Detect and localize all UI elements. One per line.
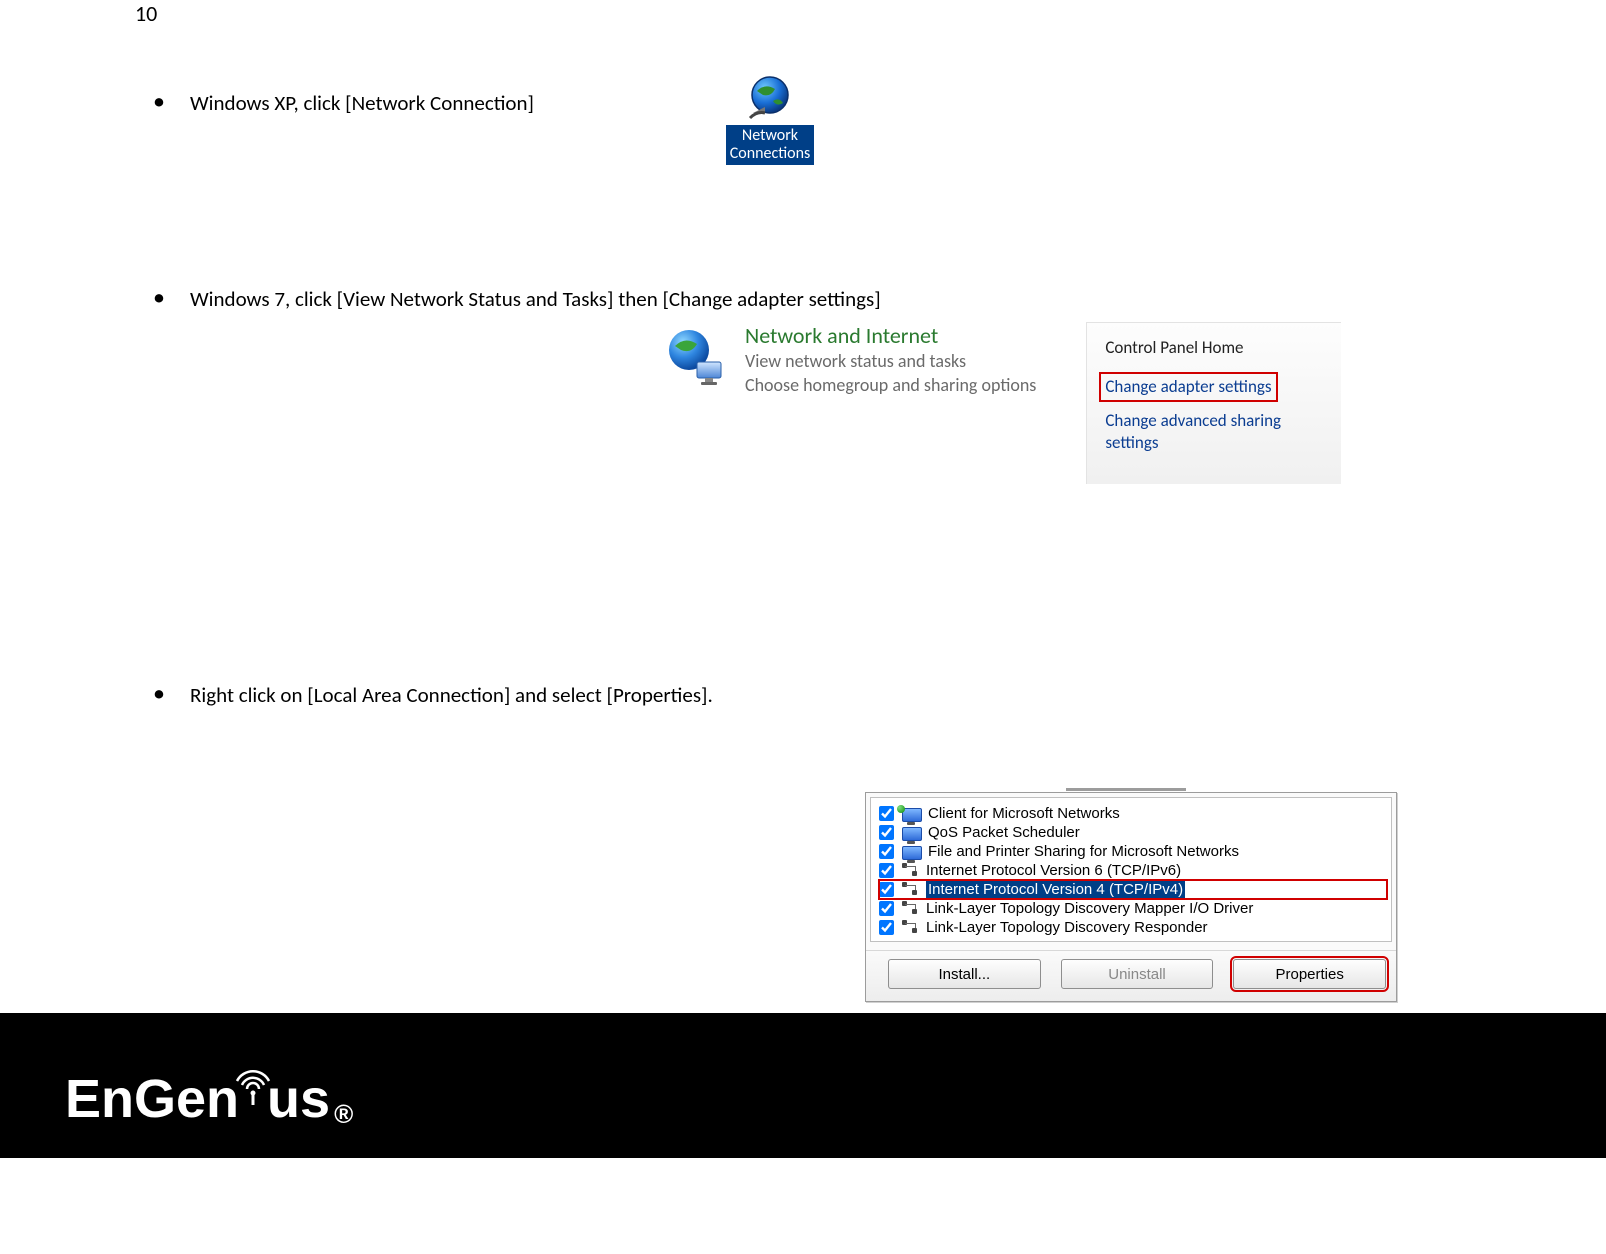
network-item-label: Client for Microsoft Networks bbox=[928, 805, 1120, 822]
bullet-xp-text: Windows XP, click [Network Connection] bbox=[190, 90, 534, 116]
logo-right: us bbox=[267, 1068, 330, 1130]
nc-label-line1: Network bbox=[742, 126, 798, 145]
protocol-icon bbox=[902, 863, 920, 879]
network-item-row[interactable]: Internet Protocol Version 4 (TCP/IPv4) bbox=[879, 880, 1387, 899]
network-item-label: Link-Layer Topology Discovery Mapper I/O… bbox=[926, 900, 1253, 917]
properties-button[interactable]: Properties bbox=[1233, 959, 1386, 989]
protocol-icon bbox=[902, 920, 920, 936]
network-item-label: Internet Protocol Version 6 (TCP/IPv6) bbox=[926, 862, 1181, 879]
service-icon bbox=[902, 827, 922, 841]
protocol-icon bbox=[902, 901, 920, 917]
network-item-label: Internet Protocol Version 4 (TCP/IPv4) bbox=[926, 881, 1185, 898]
network-connections-icon-block: Network Connections bbox=[720, 73, 820, 165]
network-item-row[interactable]: Client for Microsoft Networks bbox=[879, 804, 1387, 823]
network-item-row[interactable]: Link-Layer Topology Discovery Mapper I/O… bbox=[879, 899, 1387, 918]
connection-properties-panel: Client for Microsoft Networks QoS Packet … bbox=[865, 792, 1397, 1002]
network-item-checkbox[interactable] bbox=[879, 825, 894, 840]
network-internet-text: Network and Internet View network status… bbox=[745, 322, 1036, 397]
network-internet-link2[interactable]: Choose homegroup and sharing options bbox=[745, 373, 1036, 397]
network-internet-icon bbox=[665, 328, 727, 390]
registered-mark: ® bbox=[334, 1099, 353, 1130]
network-item-checkbox[interactable] bbox=[879, 882, 894, 897]
bullet-rightclick: Right click on [Local Area Connection] a… bbox=[135, 682, 1435, 708]
control-panel-home-label: Control Panel Home bbox=[1105, 337, 1325, 358]
network-item-checkbox[interactable] bbox=[879, 806, 894, 821]
install-button[interactable]: Install... bbox=[888, 959, 1041, 989]
uninstall-button[interactable]: Uninstall bbox=[1061, 959, 1214, 989]
network-item-checkbox[interactable] bbox=[879, 920, 894, 935]
network-item-row[interactable]: QoS Packet Scheduler bbox=[879, 823, 1387, 842]
network-item-checkbox[interactable] bbox=[879, 844, 894, 859]
page-number: 10 bbox=[135, 0, 157, 27]
nc-label-line2: Connections bbox=[730, 144, 811, 163]
network-item-row[interactable]: File and Printer Sharing for Microsoft N… bbox=[879, 842, 1387, 861]
change-advanced-sharing-link[interactable]: Change advanced sharing settings bbox=[1105, 410, 1325, 454]
logo-left: EnGen bbox=[65, 1068, 239, 1130]
panel-notch bbox=[1066, 788, 1186, 791]
network-item-row[interactable]: Link-Layer Topology Discovery Responder bbox=[879, 918, 1387, 937]
network-items-list[interactable]: Client for Microsoft Networks QoS Packet … bbox=[870, 797, 1392, 942]
win7-panels: Network and Internet View network status… bbox=[665, 322, 1341, 484]
globe-icon bbox=[745, 73, 795, 123]
network-internet-block: Network and Internet View network status… bbox=[665, 322, 1036, 397]
bullet-win7: Windows 7, click [View Network Status an… bbox=[135, 286, 1435, 312]
engenius-logo: EnGen us® bbox=[65, 1050, 353, 1130]
bullet-rightclick-text: Right click on [Local Area Connection] a… bbox=[190, 682, 713, 708]
properties-buttons-row: Install... Uninstall Properties bbox=[866, 950, 1396, 1001]
network-item-checkbox[interactable] bbox=[879, 901, 894, 916]
network-item-row[interactable]: Internet Protocol Version 6 (TCP/IPv6) bbox=[879, 861, 1387, 880]
network-item-label: Link-Layer Topology Discovery Responder bbox=[926, 919, 1208, 936]
control-panel-sidebar: Control Panel Home Change adapter settin… bbox=[1086, 322, 1341, 484]
network-internet-link1[interactable]: View network status and tasks bbox=[745, 349, 1036, 373]
network-item-label: QoS Packet Scheduler bbox=[928, 824, 1080, 841]
change-adapter-settings-link[interactable]: Change adapter settings bbox=[1099, 372, 1277, 402]
network-item-label: File and Printer Sharing for Microsoft N… bbox=[928, 843, 1239, 860]
network-item-checkbox[interactable] bbox=[879, 863, 894, 878]
network-connections-label: Network Connections bbox=[726, 125, 815, 165]
bullet-win7-text: Windows 7, click [View Network Status an… bbox=[190, 286, 881, 312]
service-icon bbox=[902, 808, 922, 822]
service-icon bbox=[902, 846, 922, 860]
network-internet-heading[interactable]: Network and Internet bbox=[745, 322, 1036, 349]
protocol-icon bbox=[902, 882, 920, 898]
footer-bar: EnGen us® bbox=[0, 1013, 1606, 1158]
